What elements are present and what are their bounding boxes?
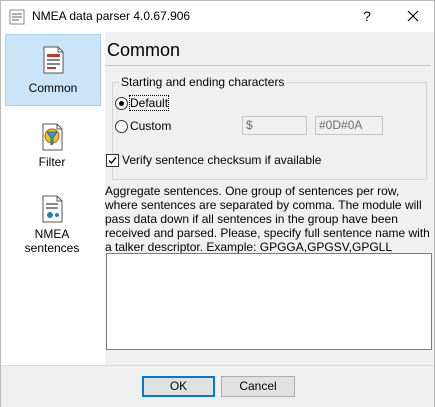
end-chars-field[interactable]: #0D#0A (315, 116, 383, 135)
dialog-window: NMEA data parser 4.0.67.906 ? Common Fil… (0, 0, 435, 407)
sidebar-item-label-line2: sentences (24, 241, 80, 255)
close-icon (407, 10, 419, 22)
ok-button[interactable]: OK (142, 376, 215, 397)
help-button[interactable]: ? (347, 1, 387, 32)
sidebar-item-label: Filter (38, 155, 66, 169)
page-title: Common (107, 40, 181, 60)
custom-radio[interactable] (115, 120, 128, 133)
sidebar-item-filter[interactable]: Filter (5, 118, 99, 170)
default-radio-label[interactable]: Default (128, 95, 170, 111)
button-bar: OK Cancel (1, 365, 434, 407)
default-radio[interactable] (115, 97, 128, 110)
sidebar-item-label-line1: NMEA (34, 227, 70, 241)
app-icon (9, 9, 25, 25)
cancel-button[interactable]: Cancel (221, 376, 295, 397)
title-divider (105, 65, 431, 66)
verify-checksum-checkbox[interactable] (106, 154, 119, 167)
sentences-icon (42, 195, 63, 223)
document-icon (43, 46, 64, 74)
aggregate-sentences-input[interactable] (106, 253, 432, 350)
group-legend: Starting and ending characters (119, 75, 287, 89)
filter-icon (42, 123, 63, 151)
verify-checksum-label[interactable]: Verify sentence checksum if available (122, 153, 321, 167)
checkmark-icon (108, 157, 117, 165)
sidebar-item-common[interactable]: Common (5, 34, 101, 106)
title-bar: NMEA data parser 4.0.67.906 ? (1, 1, 434, 32)
sidebar-item-label: Common (28, 81, 78, 95)
aggregate-description: Aggregate sentences. One group of senten… (105, 184, 430, 254)
radio-dot (119, 101, 124, 106)
start-chars-field[interactable]: $ (242, 116, 307, 135)
close-button[interactable] (393, 1, 433, 32)
settings-panel: Common Starting and ending characters De… (105, 32, 434, 365)
window-title: NMEA data parser 4.0.67.906 (32, 9, 191, 23)
sidebar: Common Filter NMEA sentences (1, 32, 105, 365)
custom-radio-label[interactable]: Custom (130, 119, 171, 133)
sidebar-item-nmea-sentences[interactable]: NMEA sentences (5, 190, 99, 260)
